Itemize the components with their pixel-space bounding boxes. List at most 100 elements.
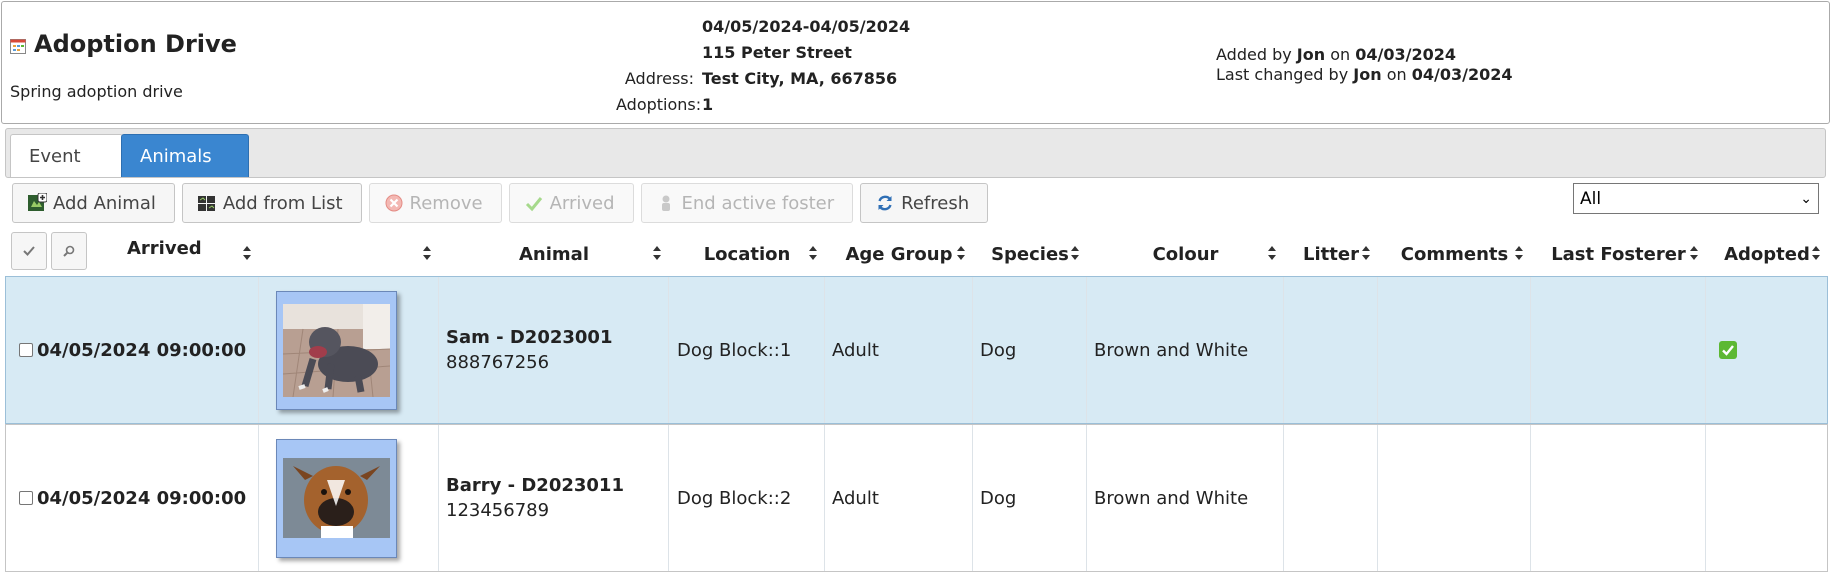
col-comments[interactable]: Comments <box>1378 232 1531 276</box>
animal-name-link[interactable]: Barry - D2023011 <box>446 473 624 498</box>
arrived-button[interactable]: Arrived <box>508 183 634 223</box>
species-value: Dog <box>980 487 1017 509</box>
changed-on-word: on <box>1386 65 1407 84</box>
add-from-list-button[interactable]: Add from List <box>181 183 362 223</box>
animal-thumbnail[interactable] <box>276 290 397 410</box>
audit-info: Added by Jon on 04/03/2024 Last changed … <box>1216 45 1512 85</box>
sort-icon <box>1268 246 1276 260</box>
arrived-value: 04/05/2024 09:00:00 <box>37 339 247 361</box>
added-by-user: Jon <box>1296 45 1326 64</box>
sort-icon <box>1071 246 1079 260</box>
age-group-value: Adult <box>832 487 879 509</box>
dog-photo <box>283 458 390 538</box>
sort-icon <box>423 246 431 260</box>
animal-thumbnail[interactable] <box>276 438 397 558</box>
sort-icon <box>957 246 965 260</box>
add-animal-label: Add Animal <box>53 192 156 214</box>
col-litter[interactable]: Litter <box>1284 232 1378 276</box>
filter-selected-value: All <box>1580 188 1602 209</box>
arrived-value: 04/05/2024 09:00:00 <box>37 487 247 509</box>
add-animal-button[interactable]: Add Animal <box>12 183 175 223</box>
cell-last-fosterer <box>1531 425 1706 571</box>
cell-age-group: Adult <box>825 277 973 423</box>
sort-icon <box>809 246 817 260</box>
cell-last-fosterer <box>1531 277 1706 423</box>
cell-comments <box>1378 277 1531 423</box>
col-adopted-label: Adopted <box>1724 243 1810 265</box>
tab-animals[interactable]: Animals <box>121 134 249 177</box>
col-age-group[interactable]: Age Group <box>825 232 973 276</box>
chevron-down-icon: ⌄ <box>1800 190 1812 207</box>
add-from-list-label: Add from List <box>222 192 343 214</box>
calendar-icon <box>10 39 26 54</box>
cell-image <box>259 277 439 423</box>
location-value: Dog Block::2 <box>677 487 792 509</box>
cell-adopted <box>1706 277 1827 423</box>
magnifier-icon <box>63 245 75 257</box>
colour-value: Brown and White <box>1094 339 1249 361</box>
remove-label: Remove <box>409 192 483 214</box>
cell-arrived: 04/05/2024 09:00:00 <box>6 277 259 423</box>
col-adopted[interactable]: Adopted <box>1706 232 1828 276</box>
refresh-label: Refresh <box>901 192 970 214</box>
adoptions-count: 1 <box>702 95 714 114</box>
event-description: Spring adoption drive <box>10 82 183 101</box>
end-active-foster-label: End active foster <box>681 192 835 214</box>
col-location[interactable]: Location <box>669 232 825 276</box>
col-last-fosterer[interactable]: Last Fosterer <box>1531 232 1706 276</box>
address-line1: 115 Peter Street <box>702 43 852 62</box>
event-dates: 04/05/2024-04/05/2024 <box>702 17 911 36</box>
add-animal-icon <box>28 193 47 211</box>
tab-bar: Event Animals <box>5 128 1826 178</box>
species-value: Dog <box>980 339 1017 361</box>
refresh-button[interactable]: Refresh <box>860 183 989 223</box>
table-header: Arrived Animal Location Age Group Specie… <box>5 232 1828 276</box>
col-litter-label: Litter <box>1303 243 1359 265</box>
arrived-label: Arrived <box>549 192 615 214</box>
animal-code: 123456789 <box>446 500 550 521</box>
refresh-icon <box>878 195 892 211</box>
animal-code: 888767256 <box>446 352 550 373</box>
col-animal[interactable]: Animal <box>439 232 669 276</box>
col-image[interactable] <box>259 232 439 276</box>
row-checkbox[interactable] <box>19 491 33 505</box>
select-all-button[interactable] <box>11 232 47 270</box>
end-active-foster-button[interactable]: End active foster <box>640 183 854 223</box>
filter-search-button[interactable] <box>51 232 87 270</box>
col-colour-label: Colour <box>1152 243 1219 265</box>
cell-location: Dog Block::2 <box>669 425 825 571</box>
added-on-word: on <box>1330 45 1351 64</box>
table-row[interactable]: 04/05/2024 09:00:00 Sam - D2023001 88876… <box>5 276 1828 424</box>
adopted-check-icon <box>1719 341 1737 359</box>
cell-litter <box>1284 425 1378 571</box>
cell-species: Dog <box>973 425 1087 571</box>
added-date: 04/03/2024 <box>1355 45 1456 64</box>
col-species[interactable]: Species <box>973 232 1087 276</box>
location-value: Dog Block::1 <box>677 339 792 361</box>
cell-adopted <box>1706 425 1827 571</box>
col-age-group-label: Age Group <box>845 243 953 265</box>
animals-table: Arrived Animal Location Age Group Specie… <box>5 232 1828 572</box>
col-arrived-label: Arrived <box>127 237 202 259</box>
table-row[interactable]: 04/05/2024 09:00:00 Barry - D2023011 123… <box>5 424 1828 572</box>
toolbar: Add Animal Add from List Remove Arrived … <box>12 183 995 223</box>
changed-by-user: Jon <box>1353 65 1382 84</box>
sort-icon <box>1362 246 1370 260</box>
checkmark-icon <box>23 246 35 256</box>
changed-by-prefix: Last changed by <box>1216 65 1349 84</box>
cell-comments <box>1378 425 1531 571</box>
col-arrived[interactable]: Arrived <box>89 226 259 270</box>
col-last-fosterer-label: Last Fosterer <box>1551 243 1686 265</box>
cell-animal: Sam - D2023001 888767256 <box>439 277 669 423</box>
changed-date: 04/03/2024 <box>1411 65 1513 84</box>
col-animal-label: Animal <box>519 243 589 265</box>
row-checkbox[interactable] <box>19 343 33 357</box>
remove-button[interactable]: Remove <box>368 183 502 223</box>
animal-name-link[interactable]: Sam - D2023001 <box>446 325 612 350</box>
col-comments-label: Comments <box>1400 243 1509 265</box>
col-colour[interactable]: Colour <box>1087 232 1284 276</box>
sort-icon <box>1690 246 1698 260</box>
tab-event[interactable]: Event <box>10 134 123 177</box>
filter-select[interactable]: All ⌄ <box>1573 183 1819 214</box>
adoptions-label: Adoptions: <box>616 95 702 114</box>
